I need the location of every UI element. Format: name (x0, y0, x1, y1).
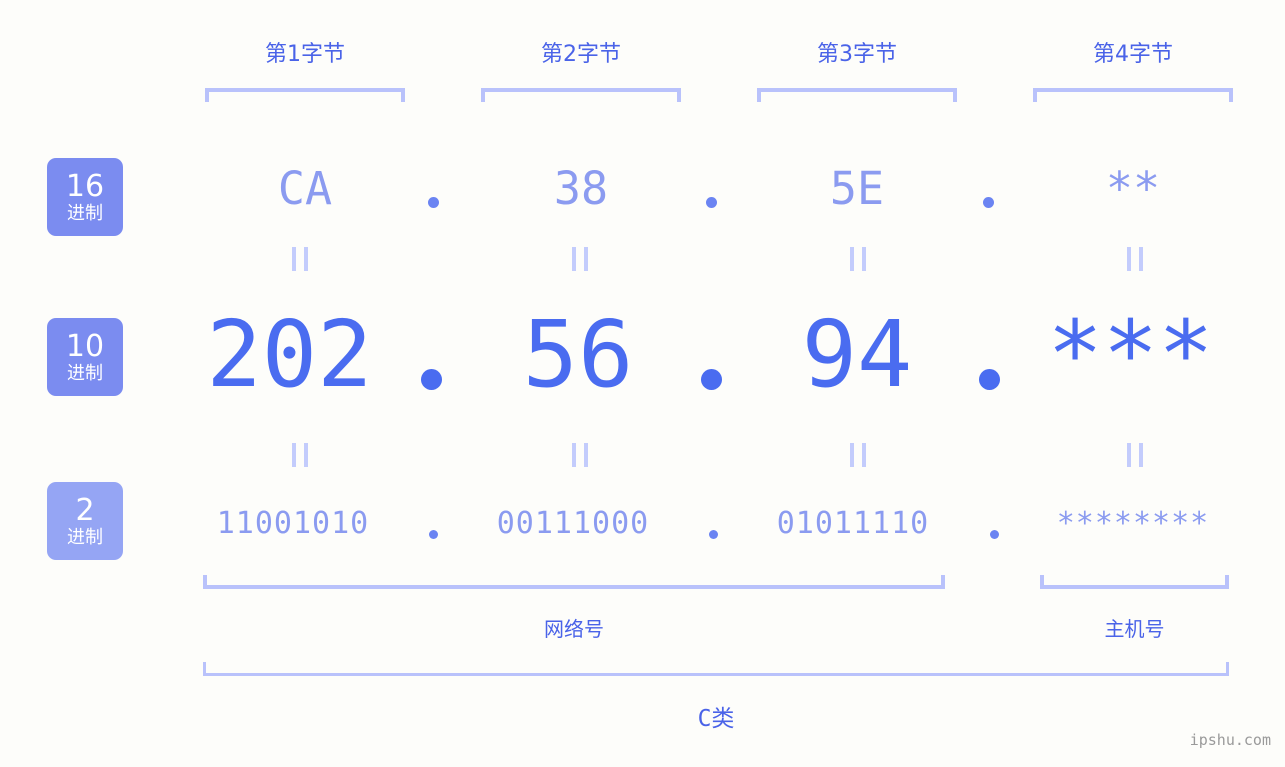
byte-bracket-1 (205, 88, 405, 102)
decimal-separator-3 (979, 369, 1000, 390)
byte-bracket-4 (1033, 88, 1233, 102)
byte-bracket-3 (757, 88, 957, 102)
base-badge-hex: 16 进制 (47, 158, 123, 236)
binary-separator-2 (709, 530, 718, 539)
equivalence-mark-dec-bin-4 (1127, 443, 1143, 467)
hex-separator-3 (983, 197, 994, 208)
network-id-label: 网络号 (544, 617, 604, 641)
hex-byte-4: ** (1105, 162, 1161, 215)
decimal-separator-2 (701, 369, 722, 390)
base-badge-binary: 2 进制 (47, 482, 123, 560)
base-badge-decimal-unit: 进制 (67, 362, 103, 384)
base-badge-decimal-number: 10 (65, 328, 105, 364)
equivalence-mark-dec-bin-2 (572, 443, 588, 467)
hex-byte-1: CA (277, 162, 333, 215)
base-badge-binary-unit: 进制 (67, 526, 103, 548)
equivalence-mark-hex-dec-4 (1127, 247, 1143, 271)
equivalence-mark-dec-bin-3 (850, 443, 866, 467)
binary-separator-3 (990, 530, 999, 539)
binary-byte-2: 00111000 (496, 506, 650, 541)
equivalence-mark-hex-dec-2 (572, 247, 588, 271)
decimal-separator-1 (421, 369, 442, 390)
byte-header-2: 第2字节 (541, 42, 621, 67)
equivalence-mark-hex-dec-1 (292, 247, 308, 271)
hex-byte-3: 5E (829, 162, 885, 215)
binary-separator-1 (429, 530, 438, 539)
host-id-bracket (1040, 575, 1229, 589)
decimal-byte-4: *** (1047, 301, 1214, 408)
base-badge-hex-unit: 进制 (67, 202, 103, 224)
hex-byte-2: 38 (553, 162, 609, 215)
base-badge-hex-number: 16 (65, 168, 105, 204)
equivalence-mark-hex-dec-3 (850, 247, 866, 271)
decimal-byte-1: 202 (206, 301, 373, 408)
byte-header-1: 第1字节 (265, 42, 345, 67)
host-id-label: 主机号 (1104, 617, 1165, 641)
hex-separator-1 (428, 197, 439, 208)
hex-separator-2 (706, 197, 717, 208)
decimal-byte-2: 56 (522, 301, 634, 408)
network-id-bracket (203, 575, 945, 589)
base-badge-binary-number: 2 (75, 492, 95, 528)
byte-header-4: 第4字节 (1093, 42, 1173, 67)
binary-byte-4: ******** (1056, 506, 1210, 541)
ip-address-breakdown-diagram: { "colors": { "background": "#fdfdfa", "… (0, 0, 1285, 767)
watermark: ipshu.com (1189, 731, 1271, 749)
ip-class-bracket (203, 662, 1229, 676)
equivalence-mark-dec-bin-1 (292, 443, 308, 467)
binary-byte-3: 01011110 (776, 506, 930, 541)
ip-class-label: C类 (697, 706, 735, 732)
decimal-byte-3: 94 (801, 301, 913, 408)
byte-header-3: 第3字节 (817, 42, 897, 67)
base-badge-decimal: 10 进制 (47, 318, 123, 396)
byte-bracket-2 (481, 88, 681, 102)
binary-byte-1: 11001010 (216, 506, 370, 541)
